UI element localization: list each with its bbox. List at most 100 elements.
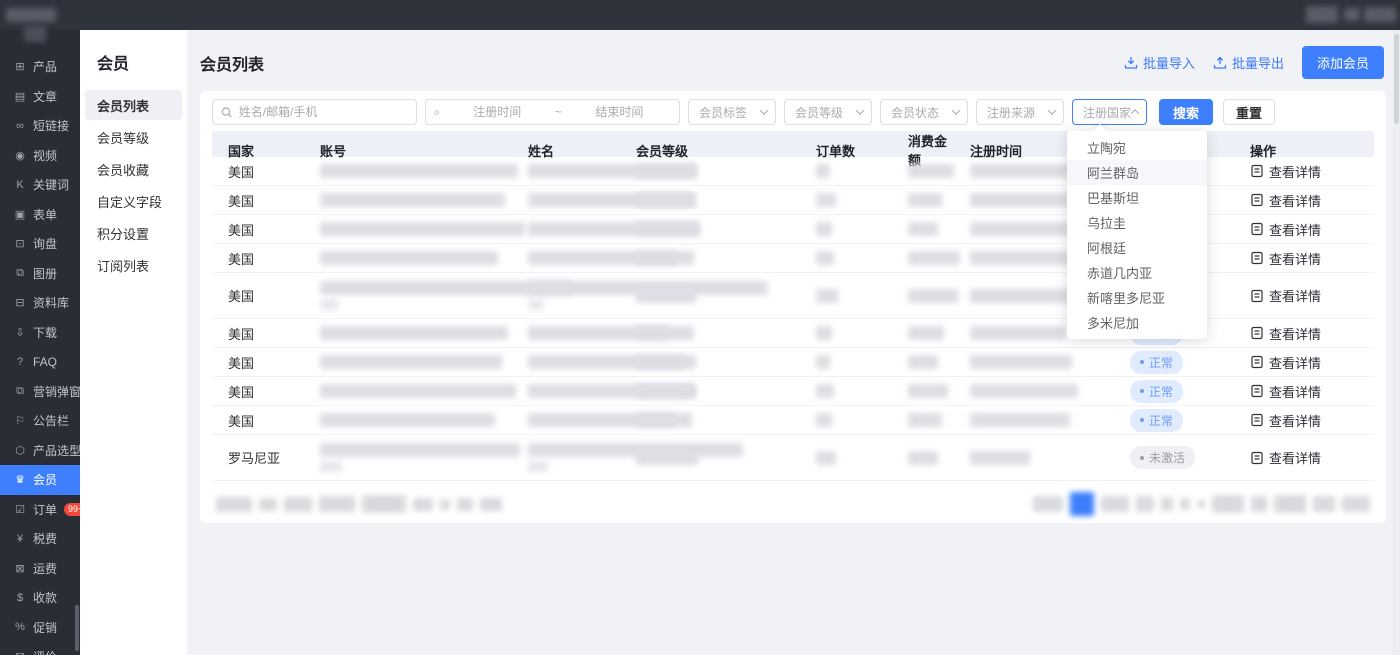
page-button[interactable] <box>1197 500 1205 508</box>
export-icon <box>1213 56 1227 70</box>
page-button[interactable] <box>1136 496 1154 512</box>
page-button[interactable] <box>1274 495 1306 513</box>
submenu-item-订阅列表[interactable]: 订阅列表 <box>85 250 182 280</box>
review-icon: ✉ <box>13 650 27 655</box>
date-start-input[interactable] <box>446 105 549 119</box>
sidebar-item-产品[interactable]: ⊞产品 <box>0 52 80 82</box>
scrollbar-thumb[interactable] <box>1394 34 1399 124</box>
view-detail-link[interactable]: 查看详情 <box>1250 448 1321 467</box>
view-detail-link[interactable]: 查看详情 <box>1250 249 1321 268</box>
country-option-多米尼加[interactable]: 多米尼加 <box>1067 310 1207 335</box>
filter-select-会员等级[interactable]: 会员等级 <box>784 99 872 125</box>
view-detail-link[interactable]: 查看详情 <box>1250 411 1321 430</box>
filter-select-会员标签[interactable]: 会员标签 <box>688 99 776 125</box>
country-option-新喀里多尼亚[interactable]: 新喀里多尼亚 <box>1067 285 1207 310</box>
view-detail-link[interactable]: 查看详情 <box>1250 324 1321 343</box>
country-option-阿根廷[interactable]: 阿根廷 <box>1067 235 1207 260</box>
sidebar-item-表单[interactable]: ▣表单 <box>0 200 80 230</box>
redacted-cell <box>620 384 800 398</box>
date-end-input[interactable] <box>568 105 671 119</box>
top-bar <box>0 0 1400 30</box>
redacted-cell <box>512 355 620 369</box>
view-detail-link[interactable]: 查看详情 <box>1250 162 1321 181</box>
country-cell: 罗马尼亚 <box>212 448 304 467</box>
page-button[interactable] <box>1161 497 1173 511</box>
view-detail-link[interactable]: 查看详情 <box>1250 191 1321 210</box>
page-button[interactable] <box>1313 496 1335 512</box>
country-option-赤道几内亚[interactable]: 赤道几内亚 <box>1067 260 1207 285</box>
column-header-姓名: 姓名 <box>512 141 620 160</box>
sidebar-item-评价[interactable]: ✉评价 <box>0 642 80 655</box>
document-icon <box>1250 222 1264 236</box>
country-option-乌拉圭[interactable]: 乌拉圭 <box>1067 210 1207 235</box>
filter-select-会员状态[interactable]: 会员状态 <box>880 99 968 125</box>
view-detail-link[interactable]: 查看详情 <box>1250 286 1321 305</box>
sidebar-item-文章[interactable]: ▤文章 <box>0 82 80 112</box>
redacted-cell <box>800 289 892 303</box>
filter-select-注册来源[interactable]: 注册来源 <box>976 99 1064 125</box>
view-detail-label: 查看详情 <box>1269 448 1321 467</box>
pagination <box>212 492 1374 516</box>
redacted-cell <box>304 193 512 207</box>
action-cell: 查看详情 <box>1234 382 1374 401</box>
register-date-range-field[interactable]: ~ <box>425 99 680 125</box>
sidebar-item-短链接[interactable]: ∞短链接 <box>0 111 80 141</box>
sidebar-item-产品选型[interactable]: ⬡产品选型 <box>0 436 80 466</box>
view-detail-link[interactable]: 查看详情 <box>1250 353 1321 372</box>
sidebar-item-税费[interactable]: ¥税费 <box>0 524 80 554</box>
page-button[interactable] <box>1033 496 1063 512</box>
sidebar-item-label: 产品选型 <box>33 442 80 459</box>
submenu-item-会员收藏[interactable]: 会员收藏 <box>85 154 182 184</box>
country-option-立陶宛[interactable]: 立陶宛 <box>1067 135 1207 160</box>
shortlink-icon: ∞ <box>13 120 27 132</box>
sidebar-item-收款[interactable]: $收款 <box>0 583 80 613</box>
view-detail-link[interactable]: 查看详情 <box>1250 220 1321 239</box>
page-button[interactable] <box>1342 496 1370 512</box>
country-cell: 美国 <box>212 162 304 181</box>
country-option-巴基斯坦[interactable]: 巴基斯坦 <box>1067 185 1207 210</box>
submenu-item-会员等级[interactable]: 会员等级 <box>85 122 182 152</box>
redacted-cell <box>620 164 800 178</box>
sidebar-item-视频[interactable]: ◉视频 <box>0 141 80 171</box>
redacted-cell <box>304 222 512 236</box>
submenu-item-积分设置[interactable]: 积分设置 <box>85 218 182 248</box>
member-list-card: ~ 会员标签会员等级会员状态注册来源 注册国家 搜索 重置 国家账号姓名会员等级… <box>200 91 1386 523</box>
reset-button[interactable]: 重置 <box>1223 99 1275 125</box>
sidebar-item-图册[interactable]: ⧉图册 <box>0 259 80 289</box>
add-member-button[interactable]: 添加会员 <box>1302 46 1384 79</box>
form-icon: ▣ <box>13 208 27 221</box>
page-button[interactable] <box>1212 495 1244 513</box>
page-button[interactable] <box>1101 496 1129 512</box>
redacted-cell <box>304 164 512 178</box>
sidebar-item-促销[interactable]: %促销 <box>0 613 80 643</box>
sidebar-item-资料库[interactable]: ⊟资料库 <box>0 288 80 318</box>
sidebar-item-订单[interactable]: ☑订单99+ <box>0 495 80 525</box>
sidebar-item-询盘[interactable]: ⊡询盘 <box>0 229 80 259</box>
sidebar-item-会员[interactable]: ♛会员 <box>0 465 80 495</box>
search-button[interactable]: 搜索 <box>1159 99 1213 125</box>
submenu-item-会员列表[interactable]: 会员列表 <box>85 90 182 120</box>
submenu-item-自定义字段[interactable]: 自定义字段 <box>85 186 182 216</box>
country-option-阿兰群岛[interactable]: 阿兰群岛 <box>1067 160 1207 185</box>
sidebar-item-运费[interactable]: ⊠运费 <box>0 554 80 584</box>
batch-export-button[interactable]: 批量导出 <box>1213 53 1284 72</box>
active-page-button[interactable] <box>1070 492 1094 516</box>
sidebar-item-关键词[interactable]: K关键词 <box>0 170 80 200</box>
sidebar-scrollbar[interactable] <box>75 605 79 651</box>
sidebar-item-下载[interactable]: ⇩下载 <box>0 318 80 348</box>
country-dropdown: 立陶宛阿兰群岛巴基斯坦乌拉圭阿根廷赤道几内亚新喀里多尼亚多米尼加 <box>1067 131 1207 339</box>
submenu-title: 会员 <box>80 30 187 88</box>
keyword-search-field[interactable] <box>212 99 417 125</box>
search-input[interactable] <box>239 105 408 119</box>
page-button[interactable] <box>1251 496 1267 512</box>
sidebar-item-公告栏[interactable]: ⚐公告栏 <box>0 406 80 436</box>
sidebar-item-FAQ[interactable]: ?FAQ <box>0 347 80 377</box>
sidebar-item-营销弹窗[interactable]: ⧉营销弹窗 <box>0 377 80 407</box>
view-detail-link[interactable]: 查看详情 <box>1250 382 1321 401</box>
batch-import-button[interactable]: 批量导入 <box>1124 53 1195 72</box>
redacted-cell <box>892 326 954 340</box>
filter-select-register-country[interactable]: 注册国家 <box>1072 99 1147 125</box>
window-scrollbar[interactable] <box>1393 30 1400 655</box>
page-button[interactable] <box>1180 498 1190 510</box>
redacted-cell <box>304 355 512 369</box>
